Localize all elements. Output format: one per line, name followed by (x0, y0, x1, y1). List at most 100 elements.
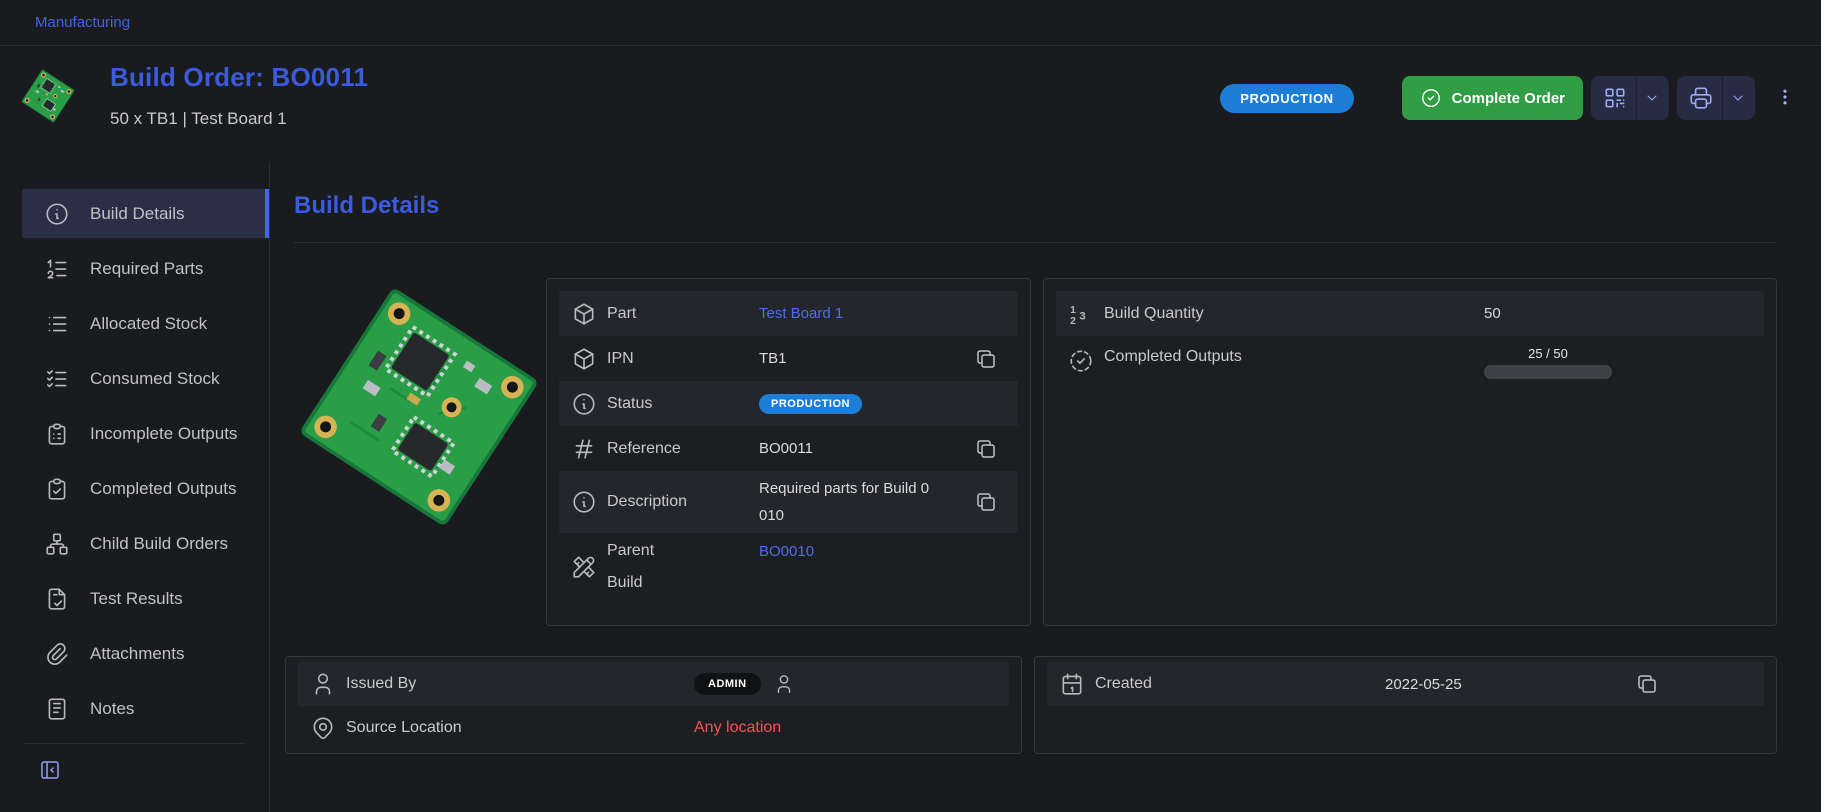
box-icon (571, 346, 597, 372)
list-numbers-icon (44, 256, 70, 282)
clipboard-list-icon (44, 421, 70, 447)
user-icon (310, 671, 336, 697)
header-actions: PRODUCTION Complete Order (1220, 76, 1799, 120)
hash-icon (571, 436, 597, 462)
print-actions-button[interactable] (1677, 76, 1755, 120)
sidebar-item-incomplete-outputs[interactable]: Incomplete Outputs (22, 409, 269, 458)
detail-label: Description (607, 493, 759, 511)
sidebar-collapse-icon (38, 758, 62, 782)
sidebar-item-required-parts[interactable]: Required Parts (22, 244, 269, 293)
detail-value: BO0011 (759, 440, 974, 457)
sidebar-item-child-build-orders[interactable]: Child Build Orders (22, 519, 269, 568)
detail-label: Source Location (346, 719, 694, 737)
copy-button[interactable] (974, 436, 1000, 462)
clipboard-check-icon (44, 476, 70, 502)
sidebar-item-label: Allocated Stock (90, 314, 207, 334)
sidebar-collapse-button[interactable] (38, 758, 62, 782)
more-actions-button[interactable] (1771, 80, 1799, 117)
status-badge: PRODUCTION (759, 394, 862, 414)
detail-value: TB1 (759, 350, 974, 367)
sidebar-item-label: Build Details (90, 204, 185, 224)
info-circle-icon (571, 489, 597, 515)
sidebar-item-allocated-stock[interactable]: Allocated Stock (22, 299, 269, 348)
detail-label: Parent Build (607, 535, 677, 599)
svg-text:1: 1 (1070, 304, 1076, 315)
svg-text:3: 3 (1079, 310, 1085, 322)
detail-label: Reference (607, 440, 759, 458)
detail-row-created: Created 2022-05-25 (1047, 662, 1764, 706)
detail-label: Completed Outputs (1104, 348, 1484, 366)
numbers-123-icon: 1 2 3 (1068, 301, 1094, 327)
completed-outputs-progress: 25 / 50 (1484, 346, 1612, 379)
sidebar-item-build-details[interactable]: Build Details (22, 189, 269, 238)
dots-vertical-icon (1775, 84, 1795, 110)
detail-row-issued-by: Issued By ADMIN (298, 662, 1009, 706)
sidebar-item-label: Child Build Orders (90, 534, 228, 554)
circle-check-icon (1420, 87, 1442, 109)
build-details-card: Part Test Board 1 IPN TB1 (546, 278, 1031, 626)
parent-build-link[interactable]: BO0010 (759, 543, 974, 560)
complete-order-button[interactable]: Complete Order (1402, 76, 1583, 120)
copy-icon (974, 437, 998, 461)
sidebar-item-completed-outputs[interactable]: Completed Outputs (22, 464, 269, 513)
issued-card: Issued By ADMIN Source Location Any loca… (285, 656, 1022, 754)
detail-value: 2022-05-25 (1385, 676, 1635, 693)
progress-check-icon (1068, 348, 1094, 374)
paperclip-icon (44, 641, 70, 667)
sidebar-item-label: Attachments (90, 644, 185, 664)
part-image (294, 282, 544, 532)
info-circle-icon (571, 391, 597, 417)
section-divider (294, 242, 1777, 243)
calendar-icon (1059, 671, 1085, 697)
sidebar-item-label: Incomplete Outputs (90, 424, 237, 444)
issued-by-badge[interactable]: ADMIN (694, 673, 761, 695)
detail-label: Part (607, 305, 759, 323)
sidebar-item-label: Test Results (90, 589, 183, 609)
sidebar-item-label: Consumed Stock (90, 369, 219, 389)
sidebar-divider (24, 743, 245, 744)
list-icon (44, 311, 70, 337)
sidebar-item-attachments[interactable]: Attachments (22, 629, 269, 678)
copy-button[interactable] (974, 346, 1000, 372)
detail-row-build-quantity: 1 2 3 Build Quantity 50 (1056, 291, 1764, 336)
detail-row-ipn: IPN TB1 (559, 336, 1018, 381)
qrcode-icon (1591, 76, 1636, 120)
source-location-value: Any location (694, 719, 1009, 737)
breadcrumb-manufacturing-link[interactable]: Manufacturing (35, 14, 130, 31)
chevron-down-icon (1722, 76, 1755, 120)
printer-icon (1677, 76, 1722, 120)
sidebar-item-label: Notes (90, 699, 134, 719)
detail-label: Status (607, 395, 759, 413)
section-heading: Build Details (294, 192, 1777, 220)
sidebar: Build Details Required Parts Allocated S… (0, 162, 270, 812)
sidebar-item-consumed-stock[interactable]: Consumed Stock (22, 354, 269, 403)
sidebar-item-test-results[interactable]: Test Results (22, 574, 269, 623)
part-link[interactable]: Test Board 1 (759, 305, 974, 322)
status-badge: PRODUCTION (1220, 84, 1353, 113)
sidebar-item-notes[interactable]: Notes (22, 684, 269, 733)
sidebar-item-label: Completed Outputs (90, 479, 236, 499)
barcode-actions-button[interactable] (1591, 76, 1669, 120)
detail-label: Build Quantity (1104, 305, 1484, 323)
detail-value: 50 (1484, 305, 1764, 322)
progress-label: 25 / 50 (1528, 346, 1568, 361)
detail-row-status: Status PRODUCTION (559, 381, 1018, 426)
copy-icon (974, 490, 998, 514)
part-thumbnail-image (20, 68, 76, 124)
info-circle-icon (44, 201, 70, 227)
user-icon (773, 673, 795, 695)
detail-row-reference: Reference BO0011 (559, 426, 1018, 471)
page-header: Build Order: BO0011 50 x TB1 | Test Boar… (0, 46, 1821, 162)
copy-button[interactable] (1635, 671, 1661, 697)
copy-icon (1635, 672, 1659, 696)
box-icon (571, 301, 597, 327)
breadcrumb: Manufacturing (0, 0, 1821, 46)
created-card: Created 2022-05-25 (1034, 656, 1777, 754)
chevron-down-icon (1636, 76, 1669, 120)
svg-text:2: 2 (1070, 315, 1076, 326)
build-order-page: Manufacturing Build Order: BO0011 50 x T… (0, 0, 1821, 812)
detail-row-completed-outputs: Completed Outputs 25 / 50 (1056, 336, 1764, 406)
list-check-icon (44, 366, 70, 392)
copy-button[interactable] (974, 489, 1000, 515)
title-block: Build Order: BO0011 50 x TB1 | Test Boar… (110, 62, 368, 129)
